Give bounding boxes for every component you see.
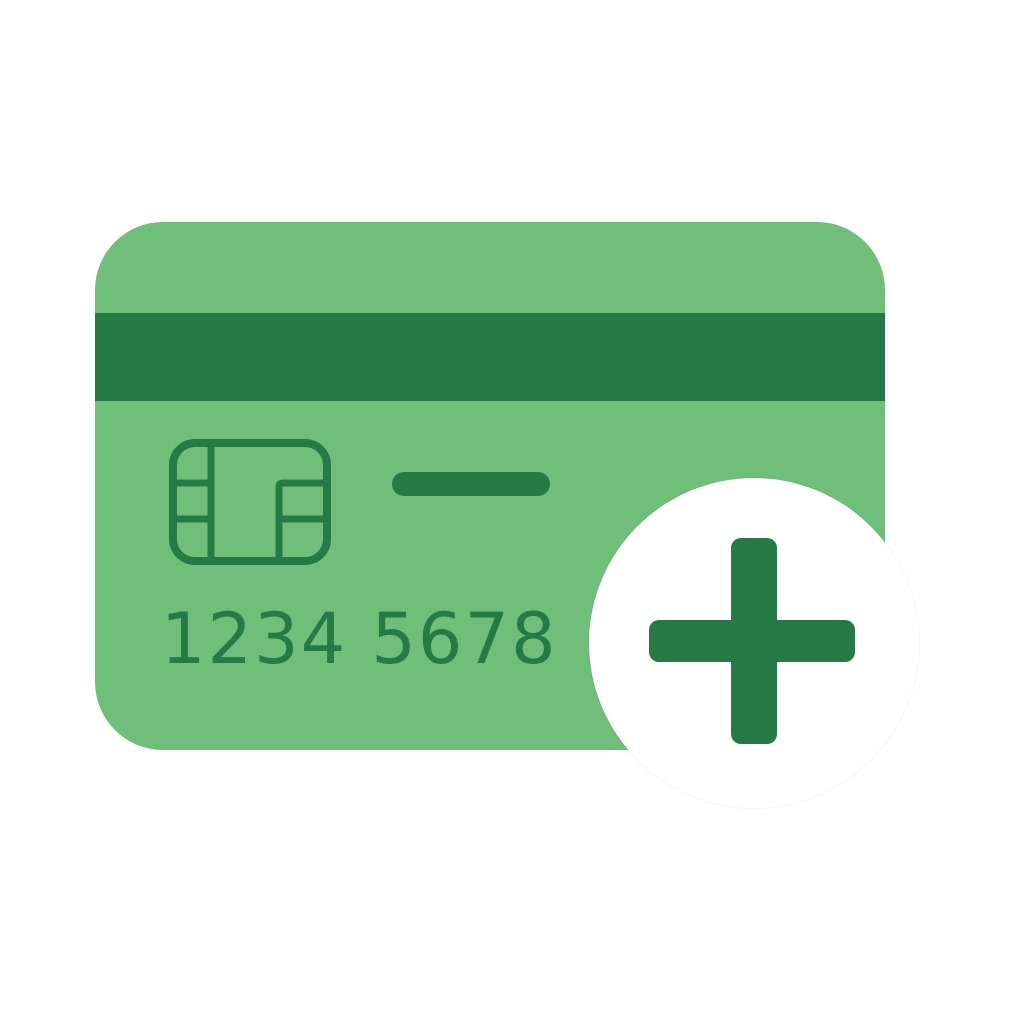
add-badge — [589, 478, 919, 808]
add-card-icon: 1234 5678 — [0, 0, 1024, 1024]
chip-icon — [169, 439, 331, 565]
plus-icon — [649, 538, 855, 744]
name-line-placeholder — [392, 472, 550, 496]
magnetic-stripe — [95, 313, 885, 401]
card-number: 1234 5678 — [161, 598, 558, 680]
